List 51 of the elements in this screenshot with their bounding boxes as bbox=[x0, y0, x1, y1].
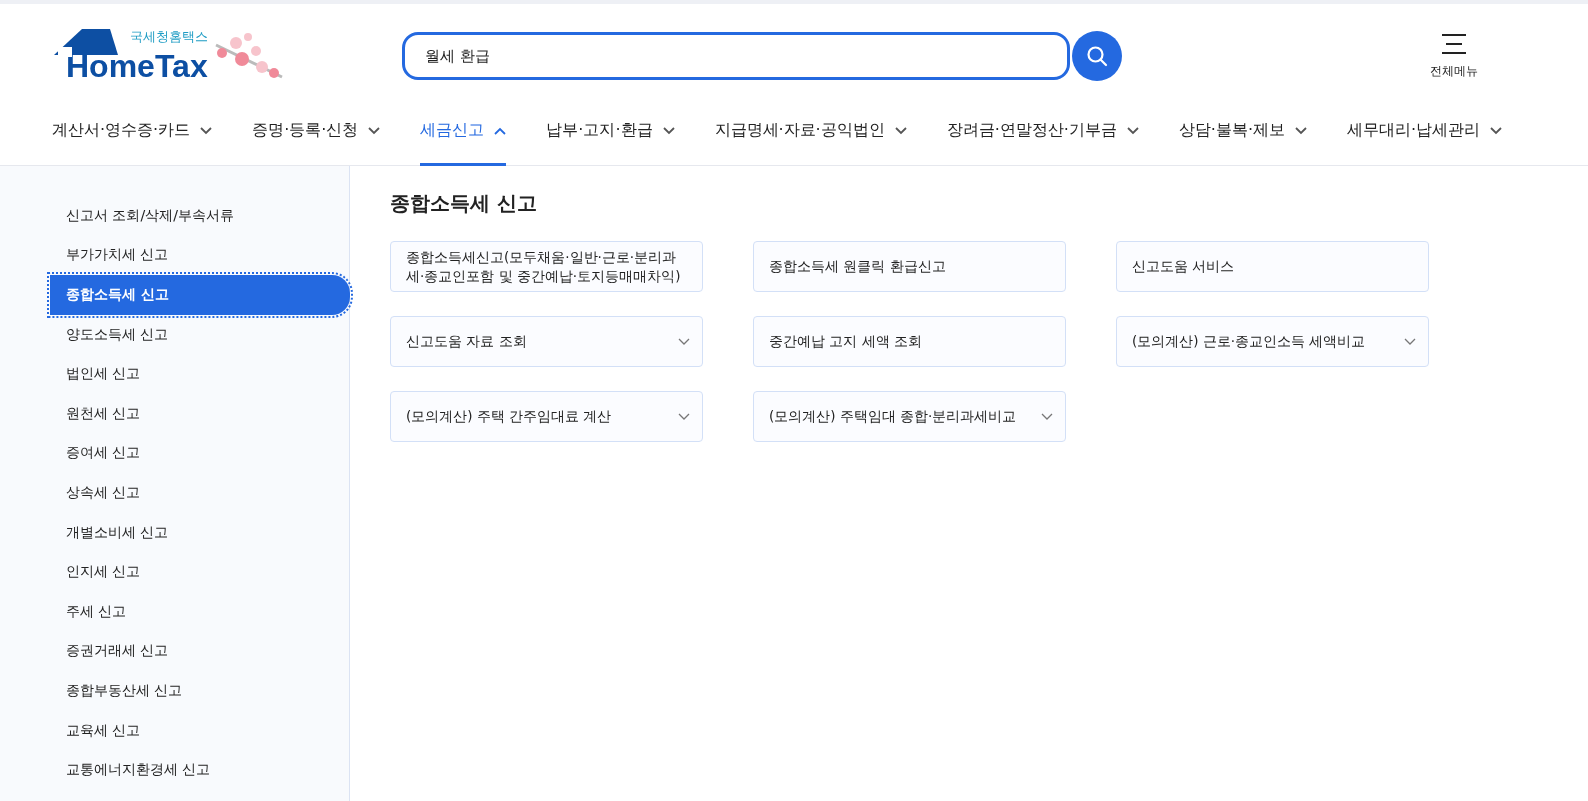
sidebar-item[interactable]: 상속세 신고 bbox=[50, 473, 350, 513]
chevron-icon bbox=[678, 338, 690, 345]
chevron-icon bbox=[678, 413, 690, 420]
chevron-icon bbox=[368, 126, 381, 135]
chevron-icon bbox=[200, 126, 213, 135]
sidebar-item[interactable]: 증권거래세 신고 bbox=[50, 631, 350, 672]
sidebar-item[interactable]: 증여세 신고 bbox=[50, 433, 350, 474]
chevron-icon bbox=[494, 126, 507, 135]
nav-tab[interactable]: 장려금·연말정산·기부금 bbox=[946, 108, 1139, 166]
sidebar-item[interactable]: 부가가치세 신고 bbox=[50, 235, 350, 276]
nav-tab[interactable]: 납부·고지·환급 bbox=[546, 108, 675, 166]
nav-tab[interactable]: 증명·등록·신청 bbox=[252, 108, 381, 166]
chevron-icon bbox=[1041, 413, 1053, 420]
chevron-icon bbox=[1490, 126, 1503, 135]
nav-tab[interactable]: 세금신고 bbox=[420, 108, 507, 166]
sidebar-item[interactable]: 양도소득세 신고 bbox=[50, 314, 350, 355]
sidebar-item[interactable]: 종합소득세 신고 bbox=[50, 275, 350, 315]
nav-tab[interactable]: 상담·불복·제보 bbox=[1178, 108, 1308, 166]
menu-card[interactable]: 종합소득세신고(모두채움·일반·근로·분리과세·종교인포함 및 중간예납·토지등매매차익) bbox=[390, 241, 703, 292]
chevron-icon bbox=[1295, 126, 1308, 135]
nav-tab[interactable]: 지급명세·자료·공익법인 bbox=[714, 108, 907, 166]
sidebar-item[interactable]: 인지세 신고 bbox=[50, 552, 350, 592]
search-icon bbox=[1086, 45, 1108, 67]
all-menu-button[interactable]: 전체메뉴 bbox=[1430, 32, 1478, 80]
search-button[interactable] bbox=[1072, 31, 1122, 81]
sidebar-item[interactable]: 종합부동산세 신고 bbox=[50, 671, 350, 711]
chevron-icon bbox=[1126, 126, 1139, 135]
section-title: 종합소득세 신고 bbox=[390, 190, 538, 217]
menu-card[interactable]: 신고도움 자료 조회 bbox=[390, 316, 703, 367]
sidebar-item[interactable]: 교육세 신고 bbox=[50, 710, 350, 751]
menu-icon bbox=[1441, 32, 1467, 55]
chevron-icon bbox=[1404, 338, 1416, 345]
sidebar-item[interactable]: 개별소비세 신고 bbox=[50, 512, 350, 553]
menu-card[interactable]: (모의계산) 주택 간주임대료 계산 bbox=[390, 391, 703, 442]
search-field[interactable]: 월세 환급 bbox=[402, 32, 1070, 80]
nav-tab[interactable]: 세무대리·납세관리 bbox=[1347, 108, 1503, 166]
sidebar-item[interactable]: 교통에너지환경세 신고 bbox=[50, 750, 350, 790]
menu-card[interactable]: 신고도움 서비스 bbox=[1116, 241, 1429, 292]
sidebar-item[interactable]: 법인세 신고 bbox=[50, 354, 350, 394]
logo-subtitle: 국세청홈택스 bbox=[129, 29, 208, 45]
chevron-icon bbox=[662, 126, 675, 135]
sidebar-item[interactable]: 신고서 조회/삭제/부속서류 bbox=[50, 196, 350, 236]
nav-tab[interactable]: 계산서·영수증·카드 bbox=[52, 108, 213, 166]
sidebar-item[interactable]: 주세 신고 bbox=[50, 591, 350, 632]
menu-card[interactable]: (모의계산) 근로·종교인소득 세액비교 bbox=[1116, 316, 1429, 367]
sidebar-item[interactable]: 원천세 신고 bbox=[50, 393, 350, 434]
menu-card[interactable]: (모의계산) 주택임대 종합·분리과세비교 bbox=[753, 391, 1066, 442]
chevron-icon bbox=[894, 126, 907, 135]
logo-wordmark: HomeTax bbox=[65, 49, 208, 83]
menu-card[interactable]: 중간예납 고지 세액 조회 bbox=[753, 316, 1066, 367]
menu-card[interactable]: 종합소득세 원클릭 환급신고 bbox=[753, 241, 1066, 292]
